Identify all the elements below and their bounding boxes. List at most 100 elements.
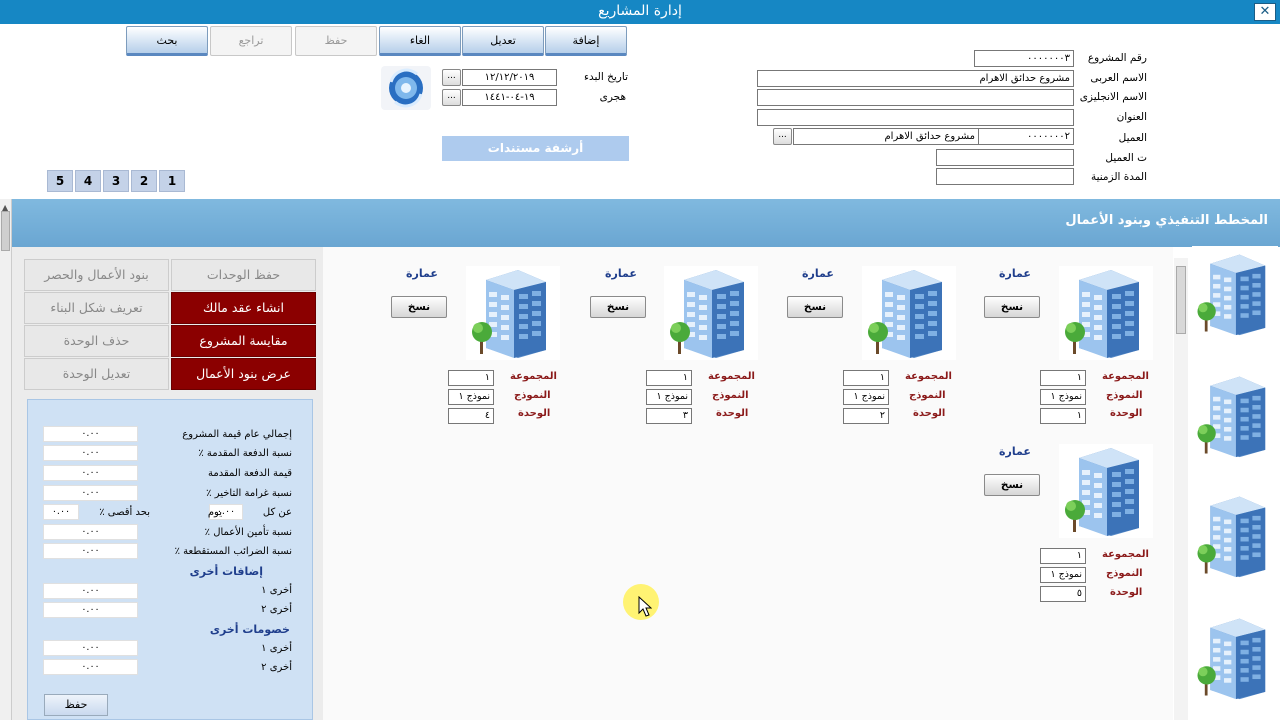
gallery-building-icon-2[interactable] [1192,368,1278,464]
client-browse-button[interactable]: ... [773,128,792,145]
unit-1-group-field[interactable]: ١ [1040,370,1086,386]
refresh-icon[interactable] [381,66,431,110]
gallery-building-icon-1[interactable] [1192,246,1278,342]
work-items-count-button[interactable]: بنود الأعمال والحصر [24,259,169,291]
hijri-date-picker-button[interactable]: ... [442,89,461,106]
unit-4-model-label: النموذج [514,390,551,401]
unit-4-unit-field[interactable]: ٤ [448,408,494,424]
undo-button[interactable]: تراجع [210,26,292,56]
other-addition-2-label: أخرى ٢ [261,604,292,615]
other-discounts-heading: خصومات أخرى [209,623,290,636]
add-button[interactable]: إضافة [545,26,627,56]
client-phone-field[interactable] [936,149,1074,166]
edit-button[interactable]: تعديل [462,26,544,56]
unit-3-group-field[interactable]: ١ [646,370,692,386]
address-field[interactable] [757,109,1074,126]
edit-unit-button[interactable]: تعديل الوحدة [24,358,169,390]
arabic-name-field[interactable]: مشروع حدائق الاهرام [757,70,1074,87]
gallery-building-icon-4[interactable] [1192,610,1278,706]
delay-fine-field[interactable]: ٠.٠٠ [43,485,138,501]
english-name-field[interactable] [757,89,1074,106]
show-work-items-button[interactable]: عرض بنود الأعمال [171,358,316,390]
cancel-button[interactable]: الغاء [379,26,461,56]
unit-2-unit-field[interactable]: ٢ [843,408,889,424]
create-owner-contract-button[interactable]: انشاء عقد مالك [171,292,316,324]
unit-3-building-icon[interactable] [664,266,758,360]
start-date-field[interactable]: ١٢/١٢/٢٠١٩ [462,69,557,86]
project-number-field[interactable]: ٠٠٠٠٠٠٠٣ [974,50,1074,67]
unit-4-unit-label: الوحدة [518,408,551,419]
delete-unit-button[interactable]: حذف الوحدة [24,325,169,357]
unit-3-group-label: المجموعة [708,371,755,382]
unit-3-title: عمارة [605,267,637,280]
page-tab-2[interactable]: 2 [131,170,157,192]
max-pct-field[interactable]: ٠.٠٠ [43,504,79,520]
duration-field[interactable] [936,168,1074,185]
advance-pct-field[interactable]: ٠.٠٠ [43,445,138,461]
unit-2-copy-button[interactable]: نسخ [787,296,843,318]
unit-5-model-field[interactable]: نموذج ١ [1040,567,1086,583]
mouse-pointer-icon [638,596,652,617]
start-date-label: تاريخ البدء [584,71,628,83]
close-icon[interactable]: ✕ [1254,3,1276,21]
start-date-picker-button[interactable]: ... [442,69,461,86]
works-insurance-field[interactable]: ٠.٠٠ [43,524,138,540]
archive-documents-button[interactable]: أرشفة مستندات [442,136,629,161]
unit-2-group-field[interactable]: ١ [843,370,889,386]
unit-4-model-field[interactable]: نموذج ١ [448,389,494,405]
unit-4-group-field[interactable]: ١ [448,370,494,386]
unit-2-building-icon[interactable] [862,266,956,360]
unit-5-group-field[interactable]: ١ [1040,548,1086,564]
page-tab-4[interactable]: 4 [75,170,101,192]
unit-1-model-field[interactable]: نموذج ١ [1040,389,1086,405]
unit-5-group-label: المجموعة [1102,549,1149,560]
unit-3-unit-label: الوحدة [716,408,749,419]
client-phone-label: ت العميل [1105,152,1147,164]
tax-field[interactable]: ٠.٠٠ [43,543,138,559]
search-button[interactable]: بحث [126,26,208,56]
unit-5-copy-button[interactable]: نسخ [984,474,1040,496]
advance-pct-label: نسبة الدفعة المقدمة ٪ [198,448,292,459]
other-addition-1-field[interactable]: ٠.٠٠ [43,583,138,599]
finance-save-button[interactable]: حفظ [44,694,108,716]
scroll-thumb[interactable] [1,211,10,251]
day-label: يوم [207,507,222,518]
unit-4-copy-button[interactable]: نسخ [391,296,447,318]
left-scrollbar[interactable]: ▲ [0,199,12,720]
page-tab-5[interactable]: 5 [47,170,73,192]
other-discount-1-field[interactable]: ٠.٠٠ [43,640,138,656]
max-label: بحد أقصى ٪ [99,507,150,518]
client-code-field[interactable]: ٠٠٠٠٠٠٠٢ [978,128,1074,145]
unit-1-building-icon[interactable] [1059,266,1153,360]
gallery-building-icon-3[interactable] [1192,488,1278,584]
unit-3-unit-field[interactable]: ٣ [646,408,692,424]
define-building-shape-button[interactable]: تعريف شكل البناء [24,292,169,324]
other-addition-2-field[interactable]: ٠.٠٠ [43,602,138,618]
unit-3-model-field[interactable]: نموذج ١ [646,389,692,405]
page-tab-1[interactable]: 1 [159,170,185,192]
unit-1-copy-button[interactable]: نسخ [984,296,1040,318]
total-value-field[interactable]: ٠.٠٠ [43,426,138,442]
save-units-button[interactable]: حفظ الوحدات [171,259,316,291]
other-discount-2-label: أخرى ٢ [261,662,292,673]
delay-fine-label: نسبة غرامة التاخير ٪ [206,488,292,499]
save-button[interactable]: حفظ [295,26,377,56]
unit-5-unit-label: الوحدة [1110,587,1143,598]
other-discount-2-field[interactable]: ٠.٠٠ [43,659,138,675]
hijri-date-field[interactable]: ١٩-٠٤-١٤٤١ [462,89,557,106]
unit-4-building-icon[interactable] [466,266,560,360]
advance-value-field[interactable]: ٠.٠٠ [43,465,138,481]
arabic-name-label: الاسم العربى [1090,72,1147,84]
address-label: العنوان [1116,111,1147,123]
unit-3-copy-button[interactable]: نسخ [590,296,646,318]
gallery-scrollbar[interactable] [1174,258,1188,720]
unit-5-building-icon[interactable] [1059,444,1153,538]
unit-5-unit-field[interactable]: ٥ [1040,586,1086,602]
client-name-field[interactable]: مشروع حدائق الاهرام [793,128,979,145]
unit-1-group-label: المجموعة [1102,371,1149,382]
project-measurement-button[interactable]: مقايسة المشروع [171,325,316,357]
page-tab-3[interactable]: 3 [103,170,129,192]
unit-2-model-field[interactable]: نموذج ١ [843,389,889,405]
unit-1-unit-field[interactable]: ١ [1040,408,1086,424]
gallery-scroll-thumb[interactable] [1176,266,1186,334]
